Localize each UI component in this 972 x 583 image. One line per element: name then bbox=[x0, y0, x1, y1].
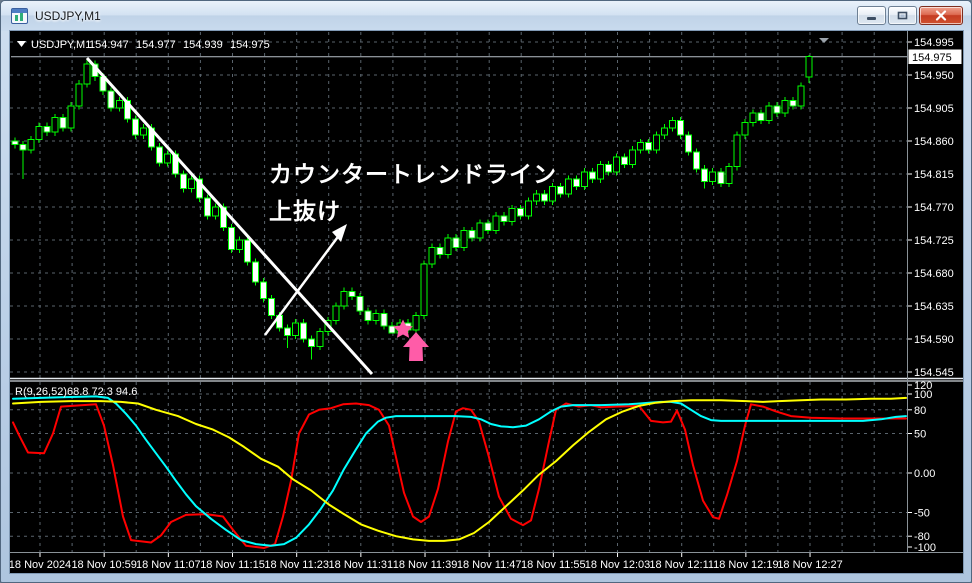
ohlc-header-text: USDJPY,M1154.947 154.977 154.939 154.975 bbox=[31, 39, 270, 51]
svg-text:18 Nov 11:39: 18 Nov 11:39 bbox=[393, 559, 458, 571]
svg-text:50: 50 bbox=[914, 429, 926, 441]
svg-text:80: 80 bbox=[914, 405, 926, 417]
svg-text:154.950: 154.950 bbox=[914, 70, 954, 82]
svg-text:18 Nov 11:47: 18 Nov 11:47 bbox=[457, 559, 522, 571]
svg-text:154.815: 154.815 bbox=[914, 169, 954, 181]
svg-text:18 Nov 2024: 18 Nov 2024 bbox=[10, 559, 71, 571]
svg-text:154.635: 154.635 bbox=[914, 301, 954, 313]
close-icon bbox=[935, 10, 947, 21]
svg-text:154.590: 154.590 bbox=[914, 334, 954, 346]
svg-text:154.545: 154.545 bbox=[914, 367, 954, 379]
restore-button[interactable] bbox=[888, 6, 917, 25]
restore-icon bbox=[897, 11, 907, 20]
ohlc-header: USDJPY,M1154.947 154.977 154.939 154.975 bbox=[17, 39, 270, 51]
close-button[interactable] bbox=[919, 6, 963, 25]
annotation-line1: カウンタートレンドライン bbox=[269, 161, 557, 187]
chart-client-area: カウンタートレンドライン 上抜け USDJPY,M1154.947 154.977… bbox=[7, 31, 963, 573]
svg-text:154.860: 154.860 bbox=[914, 136, 954, 148]
window-controls bbox=[857, 6, 963, 25]
svg-text:100: 100 bbox=[914, 389, 932, 401]
svg-text:-50: -50 bbox=[914, 508, 930, 520]
svg-text:18 Nov 10:59: 18 Nov 10:59 bbox=[71, 559, 136, 571]
svg-text:0.00: 0.00 bbox=[914, 468, 935, 480]
svg-text:154.725: 154.725 bbox=[914, 235, 954, 247]
annotation-line2: 上抜け bbox=[269, 198, 341, 224]
svg-text:18 Nov 12:11: 18 Nov 12:11 bbox=[649, 559, 714, 571]
minimize-icon bbox=[866, 16, 876, 20]
svg-text:18 Nov 11:15: 18 Nov 11:15 bbox=[200, 559, 265, 571]
svg-text:18 Nov 11:23: 18 Nov 11:23 bbox=[264, 559, 329, 571]
window-title: USDJPY,M1 bbox=[35, 9, 101, 23]
current-price-label: 154.975 bbox=[912, 52, 952, 64]
svg-text:154.770: 154.770 bbox=[914, 202, 954, 214]
svg-text:18 Nov 12:27: 18 Nov 12:27 bbox=[777, 559, 842, 571]
svg-text:18 Nov 11:31: 18 Nov 11:31 bbox=[329, 559, 394, 571]
window-frame: USDJPY,M1 カウンタートレンドライン 上抜け USDJPY,M1154.… bbox=[0, 0, 972, 583]
svg-text:18 Nov 11:55: 18 Nov 11:55 bbox=[521, 559, 586, 571]
title-bar[interactable]: USDJPY,M1 bbox=[1, 1, 971, 31]
svg-text:18 Nov 12:19: 18 Nov 12:19 bbox=[713, 559, 778, 571]
chart-background bbox=[10, 31, 963, 573]
svg-text:154.995: 154.995 bbox=[914, 37, 954, 49]
svg-text:154.905: 154.905 bbox=[914, 103, 954, 115]
chart-canvas[interactable]: カウンタートレンドライン 上抜け USDJPY,M1154.947 154.977… bbox=[7, 31, 963, 573]
chart-window-icon bbox=[11, 8, 28, 24]
indicator-header-text: R(9,26,52)68.8 72.3 94.6 bbox=[15, 386, 137, 398]
mt4-chart-window: USDJPY,M1 カウンタートレンドライン 上抜け USDJPY,M1154.… bbox=[0, 0, 972, 583]
svg-text:18 Nov 12:03: 18 Nov 12:03 bbox=[585, 559, 650, 571]
minimize-button[interactable] bbox=[857, 6, 886, 25]
svg-text:154.680: 154.680 bbox=[914, 268, 954, 280]
svg-text:18 Nov 11:07: 18 Nov 11:07 bbox=[136, 559, 201, 571]
